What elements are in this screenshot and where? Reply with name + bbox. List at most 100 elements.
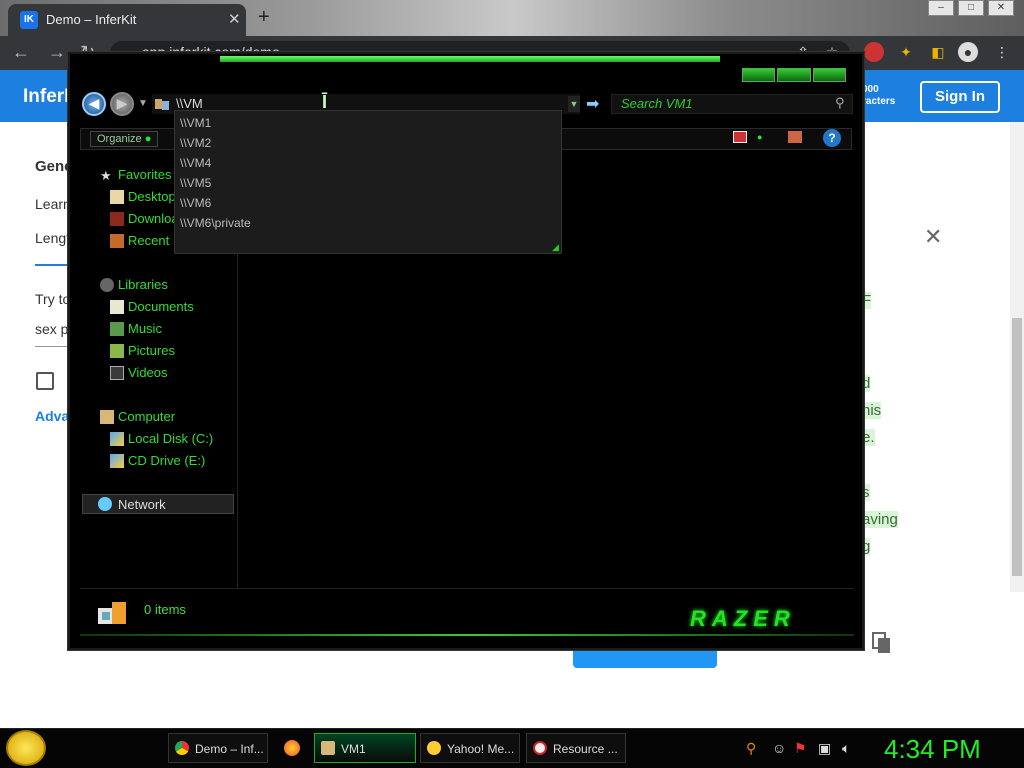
menu-icon[interactable]: ⋮ [992,42,1012,62]
char-label: racters [862,96,896,107]
computer-icon [100,410,114,424]
minimize-button[interactable]: – [928,0,954,16]
nav-local-disk[interactable]: Local Disk (C:) [128,431,213,446]
suggestion-item[interactable]: \\VM5 [180,176,211,190]
action-center-flag-icon[interactable]: ⚑ [794,740,807,757]
suggestion-item[interactable]: \\VM4 [180,156,211,170]
explorer-window: ◀ ▶ ▼ \\VM Ī ▼ ➡ Search VM1 ⚲ Organize ●… [68,52,864,650]
length-slider[interactable] [35,264,69,266]
nav-network[interactable]: Network [118,497,166,512]
nav-favorites[interactable]: Favorites [118,167,171,182]
view-options-dot-icon[interactable]: ● [757,131,771,143]
nav-libraries[interactable]: Libraries [118,277,168,292]
taskbar-label: VM1 [341,742,366,756]
maximize-button[interactable]: □ [958,0,984,16]
tab-close-icon[interactable]: ✕ [228,10,241,28]
forward-arrow-icon[interactable]: → [48,42,66,63]
taskbar-explorer-button[interactable]: VM1 [314,733,416,763]
chrome-icon [175,741,189,755]
network-globe-icon [98,497,112,511]
sidebar-icon[interactable]: ◧ [928,42,948,62]
history-dropdown-icon[interactable]: ▼ [138,98,148,109]
tray-search-icon[interactable]: ⚲ [746,740,756,757]
address-autocomplete [174,110,562,254]
start-button[interactable] [6,730,46,766]
network-tray-icon[interactable]: ▣ [818,740,831,757]
browser-tab[interactable]: IK Demo – InferKit ✕ [8,4,246,36]
tab-title: Demo – InferKit [46,12,137,27]
organize-dot-icon: ● [144,133,152,145]
new-tab-button[interactable]: + [258,6,270,29]
resource-monitor-icon [533,741,547,755]
nav-documents[interactable]: Documents [128,299,194,314]
back-arrow-icon[interactable]: ← [12,42,30,63]
favorites-star-icon: ★ [100,168,112,183]
recent-icon [110,234,124,248]
output-line-6: aving [862,511,898,528]
explorer-maximize-button[interactable] [777,68,811,82]
option-checkbox[interactable] [36,372,54,390]
tray-messenger-icon[interactable]: ☺ [772,740,786,756]
extension-flag-icon[interactable] [864,42,884,62]
generate-button[interactable] [573,650,717,668]
preview-pane-icon[interactable] [788,131,802,143]
folder-status-icon [98,602,126,624]
title-glow-bar [220,56,720,62]
extensions-puzzle-icon[interactable]: ✦ [896,42,916,62]
suggestion-item[interactable]: \\VM6\private [180,216,251,230]
length-label: Lengt [35,230,71,246]
nav-videos[interactable]: Videos [128,365,168,380]
character-counter: 000 racters [862,84,895,108]
documents-icon [110,300,124,314]
prompt-label: Try to [35,291,71,307]
resize-grip-icon[interactable]: ◢ [552,242,559,253]
back-icon[interactable]: ◀ [82,92,106,116]
view-icon[interactable] [733,131,747,143]
desktop-icon [110,190,124,204]
suggestion-item[interactable]: \\VM2 [180,136,211,150]
explorer-close-button[interactable] [812,68,846,82]
output-line-3: his [862,402,882,419]
page-title: Gene [35,158,73,175]
taskbar-resource-button[interactable]: Resource ... [526,733,626,763]
nav-pictures[interactable]: Pictures [128,343,175,358]
suggestion-item[interactable]: \\VM1 [180,116,211,130]
item-count: 0 items [144,602,186,617]
explorer-minimize-button[interactable] [742,68,776,82]
nav-computer[interactable]: Computer [118,409,175,424]
copy-icon[interactable] [872,632,892,654]
nav-downloads[interactable]: Downloa [128,211,179,226]
scrollbar-thumb[interactable] [1012,318,1022,576]
music-icon [110,322,124,336]
organize-button[interactable]: Organize ● [90,131,159,147]
firefox-icon[interactable] [284,740,300,756]
go-arrow-icon[interactable]: ➡ [586,94,599,114]
nav-cd-drive[interactable]: CD Drive (E:) [128,453,205,468]
help-icon[interactable]: ? [823,129,841,147]
close-window-button[interactable]: ✕ [988,0,1014,16]
suggestion-item[interactable]: \\VM6 [180,196,211,210]
network-folder-icon [155,99,169,110]
taskbar-yahoo-button[interactable]: Yahoo! Me... [420,733,520,763]
taskbar-label: Resource ... [553,742,618,756]
address-dropdown-icon[interactable]: ▼ [568,96,580,112]
taskbar-clock[interactable]: 4:34 PM [884,734,981,765]
forward-icon[interactable]: ▶ [110,92,134,116]
prompt-text[interactable]: sex p [35,321,68,337]
pictures-icon [110,344,124,358]
search-input[interactable]: Search VM1 [621,96,693,111]
sign-in-button[interactable]: Sign In [920,81,1000,113]
razer-logo: RAZER [690,606,796,631]
nav-desktop[interactable]: Desktop [128,189,176,204]
profile-avatar[interactable]: ● [958,42,978,62]
volume-icon[interactable]: 🔈︎ [842,740,850,757]
prompt-underline [35,346,69,347]
status-glow-line [80,634,854,636]
address-input[interactable]: \\VM [176,96,203,111]
cd-drive-icon [110,454,124,468]
nav-music[interactable]: Music [128,321,162,336]
search-icon[interactable]: ⚲ [835,95,845,111]
close-icon[interactable]: ✕ [924,224,942,250]
nav-recent[interactable]: Recent [128,233,169,248]
taskbar-chrome-button[interactable]: Demo – Inf... [168,733,268,763]
